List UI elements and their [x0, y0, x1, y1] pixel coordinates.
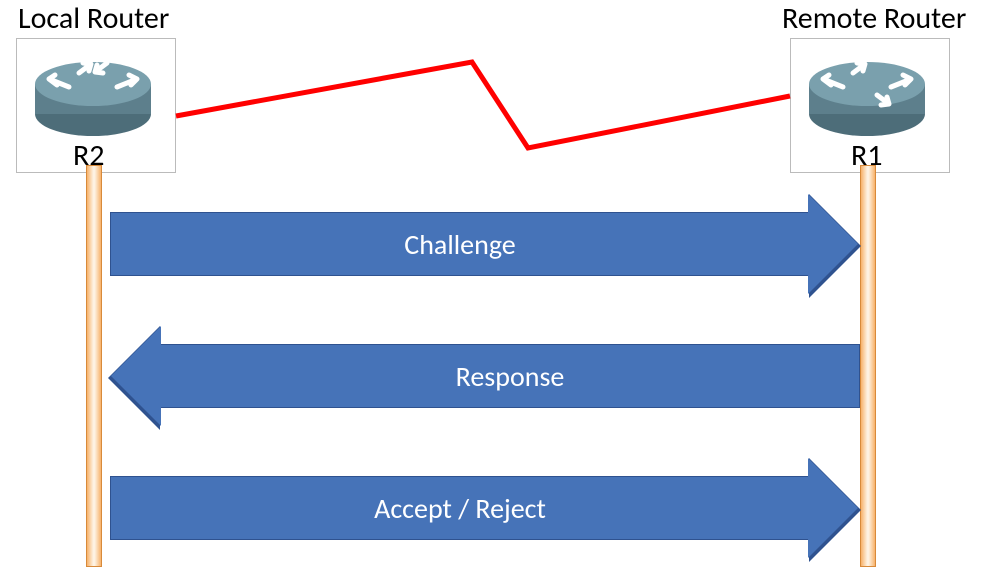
local-router-title: Local Router	[18, 0, 169, 37]
timeline-local	[86, 165, 102, 567]
message-accept-reject: Accept / Reject	[110, 476, 810, 540]
message-challenge: Challenge	[110, 212, 810, 276]
timeline-remote	[860, 165, 876, 567]
message-response: Response	[160, 344, 860, 408]
router-icon	[803, 49, 931, 144]
message-label: Accept / Reject	[374, 491, 546, 526]
router-icon	[29, 49, 157, 144]
arrow-head-icon	[111, 326, 161, 426]
remote-router-title: Remote Router	[782, 0, 966, 37]
router-local: R2	[16, 38, 176, 173]
router-remote: R1	[790, 38, 950, 173]
arrow-head-icon	[808, 194, 858, 294]
message-label: Challenge	[404, 227, 515, 262]
message-label: Response	[456, 359, 565, 394]
arrow-head-icon	[808, 458, 858, 558]
